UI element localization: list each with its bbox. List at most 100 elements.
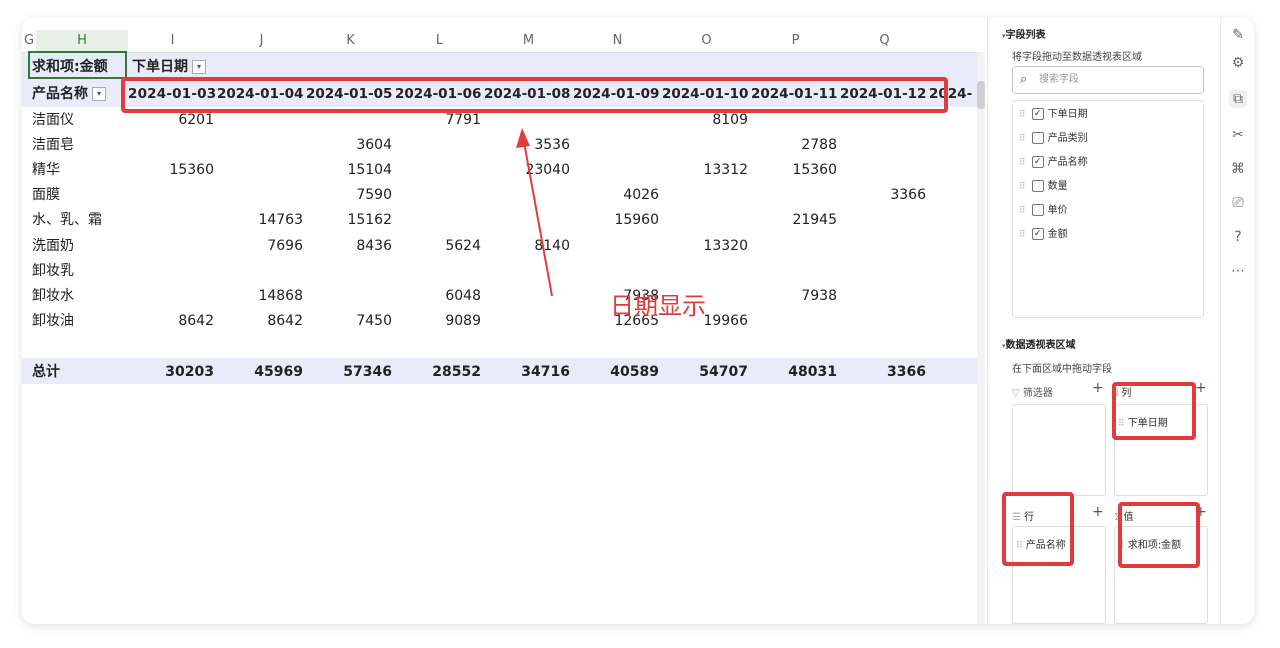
value-cell[interactable] xyxy=(840,159,926,181)
value-cell[interactable]: 34716 xyxy=(484,361,570,383)
row-label[interactable]: 卸妆水 xyxy=(32,285,74,307)
row-label[interactable]: 洗面奶 xyxy=(32,235,74,257)
value-cell[interactable]: 3604 xyxy=(306,134,392,156)
value-cell[interactable]: 40589 xyxy=(573,361,659,383)
checkbox-checked-icon[interactable]: ✓ xyxy=(1031,228,1044,240)
value-cell[interactable]: 7590 xyxy=(306,184,392,206)
search-field-input[interactable]: ⌕ 搜索字段 xyxy=(1012,66,1204,94)
field-item-category[interactable]: ⠿ 产品类别 xyxy=(1019,131,1088,147)
row-label[interactable]: 卸妆乳 xyxy=(32,260,74,282)
value-cell[interactable] xyxy=(395,209,481,231)
help-icon[interactable]: ? xyxy=(1229,228,1247,246)
value-cell[interactable] xyxy=(751,310,837,332)
filter-dropdown-icon[interactable]: ▾ xyxy=(92,87,106,101)
row-label[interactable]: 洁面仪 xyxy=(32,109,74,131)
value-cell[interactable] xyxy=(751,260,837,282)
column-header-k[interactable]: K xyxy=(306,30,395,52)
row-label[interactable]: 面膜 xyxy=(32,184,60,206)
value-cell[interactable]: 30203 xyxy=(128,361,214,383)
value-cell[interactable] xyxy=(662,134,748,156)
value-cell[interactable] xyxy=(573,260,659,282)
value-cell[interactable]: 57346 xyxy=(306,361,392,383)
value-cell[interactable] xyxy=(128,134,214,156)
value-cell[interactable]: 7450 xyxy=(306,310,392,332)
value-cell[interactable]: 7938 xyxy=(751,285,837,307)
settings-sliders-icon[interactable]: ⚙ xyxy=(1229,54,1247,72)
pivot-panel-icon[interactable]: ⧉ xyxy=(1229,90,1247,108)
value-cell[interactable] xyxy=(306,285,392,307)
drag-handle-icon[interactable]: ⠿ xyxy=(1019,182,1026,192)
checkbox-checked-icon[interactable]: ✓ xyxy=(1031,156,1044,168)
value-cell[interactable]: 21945 xyxy=(751,209,837,231)
checkbox-empty-icon[interactable] xyxy=(1031,132,1044,144)
value-cell[interactable]: 15162 xyxy=(306,209,392,231)
review-icon[interactable]: ⎚ xyxy=(1229,194,1247,212)
field-item-product-name[interactable]: ⠿ ✓ 产品名称 xyxy=(1019,155,1088,171)
value-cell[interactable]: 8642 xyxy=(128,310,214,332)
field-item-quantity[interactable]: ⠿ 数量 xyxy=(1019,179,1068,195)
value-cell[interactable] xyxy=(128,285,214,307)
value-cell[interactable] xyxy=(840,134,926,156)
value-cell[interactable] xyxy=(395,134,481,156)
value-cell[interactable] xyxy=(306,260,392,282)
field-item-unit-price[interactable]: ⠿ 单价 xyxy=(1019,203,1068,219)
value-cell[interactable] xyxy=(484,310,570,332)
column-header-n[interactable]: N xyxy=(573,30,662,52)
rows-add-button[interactable]: + xyxy=(1092,504,1104,520)
value-cell[interactable] xyxy=(662,260,748,282)
column-header-m[interactable]: M xyxy=(484,30,573,52)
column-header-q[interactable]: Q xyxy=(840,30,929,52)
value-cell[interactable]: 5624 xyxy=(395,235,481,257)
value-cell[interactable] xyxy=(840,260,926,282)
value-cell[interactable] xyxy=(128,209,214,231)
field-item-order-date[interactable]: ⠿ ✓ 下单日期 xyxy=(1019,107,1088,123)
value-cell[interactable]: 8642 xyxy=(217,310,303,332)
tools-icon[interactable]: ✂ xyxy=(1229,126,1247,144)
drag-handle-icon[interactable]: ⠿ xyxy=(1019,206,1026,216)
value-cell[interactable]: 28552 xyxy=(395,361,481,383)
value-cell[interactable] xyxy=(840,209,926,231)
value-cell[interactable] xyxy=(217,134,303,156)
column-header-l[interactable]: L xyxy=(395,30,484,52)
more-icon[interactable]: ⋯ xyxy=(1229,262,1247,280)
filter-dropdown-icon[interactable]: ▾ xyxy=(192,60,206,74)
value-cell[interactable] xyxy=(751,184,837,206)
value-cell[interactable] xyxy=(395,159,481,181)
value-cell[interactable]: 54707 xyxy=(662,361,748,383)
checkbox-empty-icon[interactable] xyxy=(1031,204,1044,216)
column-header-p[interactable]: P xyxy=(751,30,840,52)
field-item-amount[interactable]: ⠿ ✓ 金额 xyxy=(1019,227,1068,243)
row-label[interactable]: 卸妆油 xyxy=(32,310,74,332)
value-cell[interactable] xyxy=(395,260,481,282)
value-cell[interactable]: 14868 xyxy=(217,285,303,307)
column-header-h[interactable]: H xyxy=(36,30,128,52)
column-header-o[interactable]: O xyxy=(662,30,751,52)
column-header-j[interactable]: J xyxy=(217,30,306,52)
value-cell[interactable] xyxy=(751,235,837,257)
value-cell[interactable]: 3366 xyxy=(840,184,926,206)
drag-handle-icon[interactable]: ⠿ xyxy=(1019,134,1026,144)
value-cell[interactable]: 13320 xyxy=(662,235,748,257)
value-cell[interactable] xyxy=(573,134,659,156)
scrollbar-thumb[interactable] xyxy=(977,81,985,109)
value-cell[interactable]: 7696 xyxy=(217,235,303,257)
value-cell[interactable] xyxy=(840,310,926,332)
row-label[interactable]: 精华 xyxy=(32,159,60,181)
checkbox-checked-icon[interactable]: ✓ xyxy=(1031,108,1044,120)
value-cell[interactable] xyxy=(128,235,214,257)
value-cell[interactable]: 2788 xyxy=(751,134,837,156)
drag-handle-icon[interactable]: ⠿ xyxy=(1019,158,1026,168)
value-cell[interactable]: 45969 xyxy=(217,361,303,383)
value-cell[interactable]: 3366 xyxy=(840,361,926,383)
columns-add-button[interactable]: + xyxy=(1195,380,1207,396)
value-cell[interactable] xyxy=(395,184,481,206)
pivot-column-field[interactable]: 下单日期 ▾ xyxy=(132,56,206,78)
filter-add-button[interactable]: + xyxy=(1092,380,1104,396)
value-cell[interactable] xyxy=(662,209,748,231)
filter-drop-zone[interactable] xyxy=(1012,404,1106,496)
column-header-i[interactable]: I xyxy=(128,30,217,52)
value-cell[interactable] xyxy=(840,235,926,257)
value-cell[interactable]: 15360 xyxy=(128,159,214,181)
value-cell[interactable]: 9089 xyxy=(395,310,481,332)
value-cell[interactable]: 15960 xyxy=(573,209,659,231)
